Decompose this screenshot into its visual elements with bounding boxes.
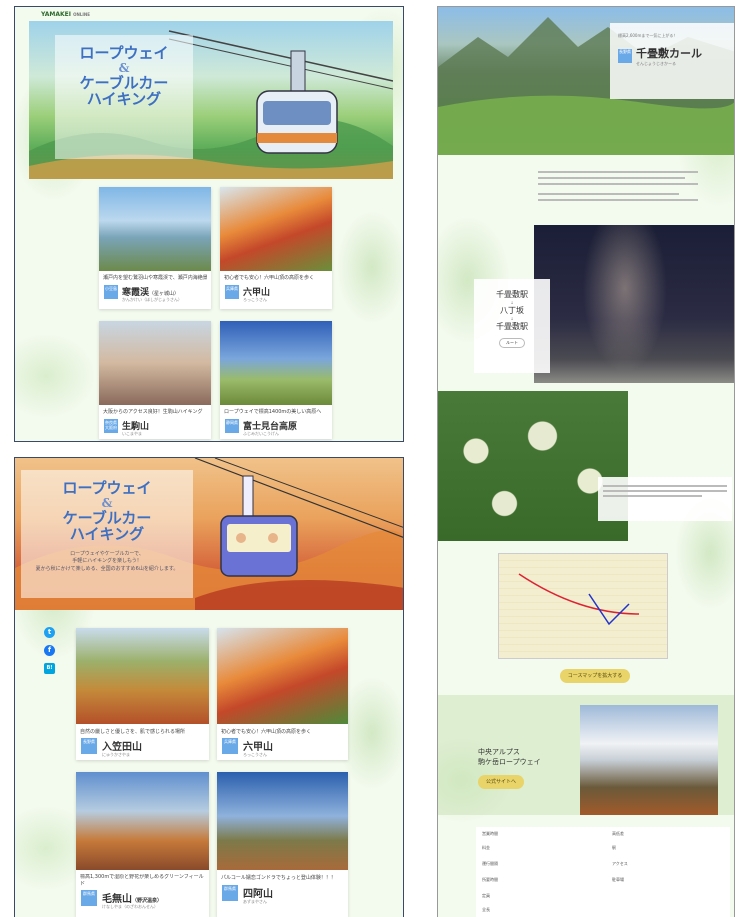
card-photo	[220, 321, 332, 405]
mountain-card[interactable]: 大阪からのアクセス良好！生駒山ハイキング 奈良県 大阪府 生駒山 いこまやま	[99, 321, 211, 439]
prefecture-tag: 小豆島	[104, 285, 118, 299]
card-photo	[217, 772, 348, 870]
official-site-button[interactable]: 公式サイトへ	[478, 775, 524, 789]
card-caption: パルコール嬬恋ゴンドラでちょっと登山体験！！！	[221, 875, 336, 881]
table-label: 定員	[482, 893, 490, 898]
course-map[interactable]	[498, 553, 668, 659]
prefecture-tag: 長野県	[618, 49, 632, 63]
card-caption: 自然の厳しさと優しさを、肌で感じられる場所	[80, 729, 186, 735]
table-label: 運行間隔	[482, 861, 498, 866]
hero-subtitle: ロープウェイやケーブルカーで、 手軽にハイキングを楽しもう！ 夏から秋にかけて楽…	[29, 551, 185, 574]
card-photo	[220, 187, 332, 271]
ropeway-title: 中央アルプス 駒ケ岳ロープウェイ	[478, 747, 541, 767]
title-line-2: ケーブルカー	[62, 508, 152, 527]
ropeway-title-line-2: 駒ケ岳ロープウェイ	[478, 758, 541, 766]
table-label: 全長	[482, 907, 490, 912]
mountain-kana: けなしやま（のざわおんせん）	[102, 904, 158, 909]
flower-text	[598, 477, 732, 521]
title-line-2: ケーブルカー	[79, 73, 169, 92]
prefecture-tag: 長野県	[81, 738, 97, 754]
mountain-kana: かんかけい（ほしがじょうさん）	[122, 297, 182, 302]
table-label: アクセス	[612, 861, 628, 866]
twitter-icon[interactable]: t	[44, 627, 55, 638]
card-photo	[217, 628, 348, 724]
mountain-card[interactable]: 初心者でも安心！六甲山頂の高原を歩く 兵庫県 六甲山 ろっこうさん	[217, 628, 348, 760]
facebook-icon[interactable]: f	[44, 645, 55, 656]
hero-title: 千畳敷カール	[636, 47, 702, 60]
card-caption: 初心者でも安心！六甲山頂の高原を歩く	[224, 275, 315, 281]
ropeway-title-line-1: 中央アルプス	[478, 748, 520, 756]
route-line	[518, 573, 640, 626]
table-label: 所要時間	[482, 877, 498, 882]
prefecture-tag: 兵庫県	[222, 738, 238, 754]
mountain-name: 入笠田山	[102, 742, 142, 753]
hero-title-box: 標高2,600mまで一気に上がる！ 長野県 千畳敷カール せんじょうじきかーる	[610, 23, 734, 99]
mountain-kana: あずまやさん	[243, 899, 267, 904]
info-table: 営業時間 料金 運行間隔 所要時間 定員 全長 高低差 駅 アクセス 駐車場	[476, 827, 730, 917]
article-detail-panel: 標高2,600mまで一気に上がる！ 長野県 千畳敷カール せんじょうじきかーる …	[437, 6, 735, 917]
card-photo	[99, 187, 211, 271]
route-box: 千畳敷駅 ↓ 八丁坂 ↓ 千畳敷駅 ルート	[474, 279, 550, 373]
route-end: 千畳敷駅	[496, 322, 528, 331]
prefecture-tag: 奈良県 大阪府	[104, 419, 118, 433]
mountain-kana: いこまやま	[122, 431, 142, 436]
hero-kana: せんじょうじきかーる	[636, 61, 676, 66]
enlarge-map-button[interactable]: コースマップを拡大する	[560, 669, 630, 683]
prefecture-tag: 群馬県	[81, 890, 97, 906]
prefecture-tag: 兵庫県	[225, 285, 239, 299]
intro-text	[538, 167, 698, 205]
card-caption: 大阪からのアクセス良好！生駒山ハイキング	[103, 409, 203, 415]
mountain-kana: ろっこうさん	[243, 297, 267, 302]
table-label: 料金	[482, 845, 490, 850]
mountain-kana: ろっこうさん	[243, 752, 267, 757]
route-button[interactable]: ルート	[499, 338, 525, 348]
hero-kicker: 標高2,600mまで一気に上がる！	[618, 33, 678, 38]
card-caption: ロープウェイで標高1400mの美しい高原へ	[224, 409, 322, 415]
hero-title: ロープウェイ & ケーブルカー ハイキング	[29, 480, 185, 543]
hero-title-box: ロープウェイ & ケーブルカー ハイキング	[55, 35, 193, 159]
prefecture-tag: 静岡県	[225, 419, 239, 433]
mountain-kana: ふじみだいこうげん	[243, 431, 279, 436]
title-line-1: ロープウェイ	[62, 479, 152, 497]
mountain-kana: にゅうかさやま	[102, 752, 130, 757]
ropeway-photo	[580, 705, 718, 815]
mountain-card[interactable]: 瀬戸内を望む鷲羽山や寒霞渓で、瀬戸内海絶景の醍醐味を味わう 小豆島 寒霞渓（星ヶ…	[99, 187, 211, 309]
table-label: 駅	[612, 845, 616, 850]
article-index-panel-summer: YAMAKEI ONLINE ロープウェイ & ケーブルカー ハイキング 瀬戸内…	[14, 6, 404, 442]
mountain-card[interactable]: 初心者でも安心！六甲山頂の高原を歩く 兵庫県 六甲山 ろっこうさん	[220, 187, 332, 309]
milky-way-photo	[534, 225, 734, 383]
card-photo	[99, 321, 211, 405]
hero-title: ロープウェイ & ケーブルカー ハイキング	[63, 45, 185, 108]
hero-title-box: ロープウェイ & ケーブルカー ハイキング ロープウェイやケーブルカーで、 手軽…	[21, 470, 193, 598]
title-line-3: ハイキング	[69, 525, 145, 544]
mountain-card[interactable]: パルコール嬬恋ゴンドラでちょっと登山体験！！！ 群馬県 四阿山 あずまやさん	[217, 772, 348, 917]
mountain-card[interactable]: 自然の厳しさと優しさを、肌で感じられる場所 長野県 入笠田山 にゅうかさやま	[76, 628, 209, 760]
table-label: 営業時間	[482, 831, 498, 836]
title-line-3: ハイキング	[86, 90, 162, 109]
card-caption: 標高1,300mで湿原と野花が楽しめるグリーンフィールド	[80, 874, 204, 887]
card-photo	[76, 772, 209, 870]
route-start: 千畳敷駅	[496, 290, 528, 299]
card-caption: 瀬戸内を望む鷲羽山や寒霞渓で、瀬戸内海絶景の醍醐味を味わう	[103, 275, 207, 281]
mountain-card[interactable]: ロープウェイで標高1400mの美しい高原へ 静岡県 富士見台高原 ふじみだいこう…	[220, 321, 332, 439]
title-line-1: ロープウェイ	[79, 44, 169, 62]
logo-subtext: ONLINE	[73, 12, 90, 17]
table-label: 高低差	[612, 831, 624, 836]
card-photo	[76, 628, 209, 724]
article-index-panel-autumn: ロープウェイ & ケーブルカー ハイキング ロープウェイやケーブルカーで、 手軽…	[14, 457, 404, 917]
site-logo[interactable]: YAMAKEI ONLINE	[41, 11, 90, 18]
hatena-bookmark-icon[interactable]: B!	[44, 663, 55, 674]
card-caption: 初心者でも安心！六甲山頂の高原を歩く	[221, 729, 312, 735]
route-mid: 八丁坂	[500, 306, 524, 315]
logo-text: YAMAKEI	[41, 11, 72, 18]
table-label: 駐車場	[612, 877, 624, 882]
mountain-name: 六甲山	[243, 742, 273, 753]
subtitle-line-2: 手軽にハイキングを楽しもう！	[72, 558, 142, 565]
mountain-name: 四阿山	[243, 889, 273, 900]
mountain-card[interactable]: 標高1,300mで湿原と野花が楽しめるグリーンフィールド 群馬県 毛無山（野沢温…	[76, 772, 209, 917]
mountain-name: 毛無山（野沢温泉）	[102, 890, 162, 905]
prefecture-tag: 群馬県	[222, 885, 238, 901]
subtitle-line-3: 夏から秋にかけて楽しめる、全国のおすすめ6山を紹介します。	[35, 565, 179, 572]
